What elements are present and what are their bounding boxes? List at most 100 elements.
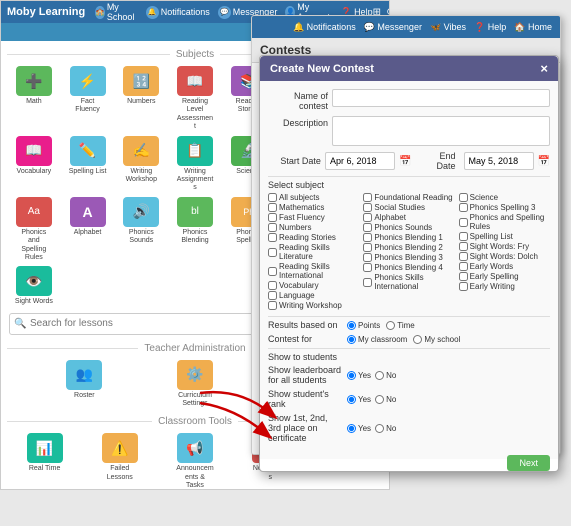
subject-fact-fluency[interactable]: ⚡ Fact Fluency <box>63 66 113 132</box>
checkbox-reading-skills-int-input[interactable] <box>268 267 277 276</box>
checkbox-social-studies[interactable]: Social Studies <box>363 203 454 212</box>
checkbox-phonics-spelling-rules[interactable]: Phonics and Spelling Rules <box>459 213 550 231</box>
contests-help[interactable]: ❓ Help <box>474 22 506 33</box>
checkbox-phonics-skills-int-input[interactable] <box>363 278 372 287</box>
nav-my-school[interactable]: 🏫 My School <box>95 2 138 22</box>
leaderboard-yes-option[interactable]: Yes <box>347 371 371 380</box>
contests-notifications[interactable]: 🔔 Notifications <box>293 22 356 33</box>
checkbox-early-spelling-input[interactable] <box>459 272 468 281</box>
checkbox-alphabet[interactable]: Alphabet <box>363 213 454 222</box>
end-date-input[interactable] <box>464 152 534 170</box>
subject-writing-assignments[interactable]: 📋 Writing Assignments <box>170 136 220 193</box>
start-date-calendar-icon[interactable]: 📅 <box>399 156 411 167</box>
checkbox-early-words-input[interactable] <box>459 262 468 271</box>
checkbox-language-input[interactable] <box>268 291 277 300</box>
checkbox-phonics-blending-2[interactable]: Phonics Blending 2 <box>363 243 454 252</box>
end-date-calendar-icon[interactable]: 📅 <box>538 156 550 167</box>
modal-close-button[interactable]: × <box>540 62 548 75</box>
subject-phonics-sounds[interactable]: 🔊 Phonics Sounds <box>116 197 166 263</box>
subject-reading-level[interactable]: 📖 Reading Level Assessment <box>170 66 220 132</box>
subject-phonics-spelling-rules[interactable]: Aa Phonics and Spelling Rules <box>9 197 59 263</box>
checkbox-reading-skills-lit-input[interactable] <box>268 248 277 257</box>
tool-failed-lessons[interactable]: ⚠️ Failed Lessons <box>84 433 155 490</box>
checkbox-numbers-input[interactable] <box>268 223 277 232</box>
description-input[interactable] <box>332 116 550 146</box>
results-time-option[interactable]: Time <box>386 321 414 330</box>
tool-real-time[interactable]: 📊 Real Time <box>9 433 80 490</box>
results-points-radio[interactable] <box>347 321 356 330</box>
checkbox-foundational-reading[interactable]: Foundational Reading <box>363 193 454 202</box>
leaderboard-yes-radio[interactable] <box>347 371 356 380</box>
checkbox-early-writing-input[interactable] <box>459 282 468 291</box>
checkbox-phonics-spelling-3[interactable]: Phonics Spelling 3 <box>459 203 550 212</box>
checkbox-fast-fluency[interactable]: Fast Fluency <box>268 213 359 222</box>
contest-my-classroom-radio[interactable] <box>347 335 356 344</box>
checkbox-writing-workshop-input[interactable] <box>268 301 277 310</box>
checkbox-vocabulary-input[interactable] <box>268 281 277 290</box>
results-points-option[interactable]: Points <box>347 321 380 330</box>
contest-my-classroom-option[interactable]: My classroom <box>347 335 407 344</box>
subject-writing-workshop[interactable]: ✍️ Writing Workshop <box>116 136 166 193</box>
checkbox-early-writing[interactable]: Early Writing <box>459 282 550 291</box>
checkbox-phonics-blending-4-input[interactable] <box>363 263 372 272</box>
results-time-radio[interactable] <box>386 321 395 330</box>
top-yes-radio[interactable] <box>347 424 356 433</box>
checkbox-phonics-blending-3-input[interactable] <box>363 253 372 262</box>
checkbox-phonics-sounds-input[interactable] <box>363 223 372 232</box>
subject-alphabet[interactable]: A Alphabet <box>63 197 113 263</box>
checkbox-early-words[interactable]: Early Words <box>459 262 550 271</box>
checkbox-numbers[interactable]: Numbers <box>268 223 359 232</box>
rank-no-radio[interactable] <box>375 395 384 404</box>
checkbox-phonics-blending-3[interactable]: Phonics Blending 3 <box>363 253 454 262</box>
checkbox-alphabet-input[interactable] <box>363 213 372 222</box>
checkbox-reading-skills-int[interactable]: Reading Skills International <box>268 262 359 280</box>
checkbox-sight-words-dolch-input[interactable] <box>459 252 468 261</box>
checkbox-spelling-list[interactable]: Spelling List <box>459 232 550 241</box>
subject-vocabulary[interactable]: 📖 Vocabulary <box>9 136 59 193</box>
subject-sight-words[interactable]: 👁️ Sight Words <box>9 266 59 306</box>
leaderboard-no-option[interactable]: No <box>375 371 396 380</box>
checkbox-sight-words-fry-input[interactable] <box>459 242 468 251</box>
checkbox-all-subjects-input[interactable] <box>268 193 277 202</box>
checkbox-phonics-blending-1-input[interactable] <box>363 233 372 242</box>
checkbox-reading-stories-input[interactable] <box>268 233 277 242</box>
rank-yes-option[interactable]: Yes <box>347 395 371 404</box>
rank-no-option[interactable]: No <box>375 395 396 404</box>
leaderboard-no-radio[interactable] <box>375 371 384 380</box>
tool-announcements[interactable]: 📢 Announcements & Tasks <box>159 433 230 490</box>
checkbox-phonics-spelling-3-input[interactable] <box>459 203 468 212</box>
checkbox-phonics-blending-4[interactable]: Phonics Blending 4 <box>363 263 454 272</box>
contest-name-input[interactable] <box>332 89 550 107</box>
checkbox-writing-workshop[interactable]: Writing Workshop <box>268 301 359 310</box>
checkbox-reading-stories[interactable]: Reading Stories <box>268 233 359 242</box>
contests-home[interactable]: 🏠 Home <box>514 22 552 33</box>
checkbox-social-studies-input[interactable] <box>363 203 372 212</box>
checkbox-science-input[interactable] <box>459 193 468 202</box>
checkbox-language[interactable]: Language <box>268 291 359 300</box>
top-no-radio[interactable] <box>375 424 384 433</box>
start-date-input[interactable] <box>325 152 395 170</box>
subject-phonics-blending[interactable]: bl Phonics Blending <box>170 197 220 263</box>
checkbox-science[interactable]: Science <box>459 193 550 202</box>
nav-notifications[interactable]: 🔔 Notifications <box>146 6 210 19</box>
teacher-curriculum[interactable]: ⚙️ Curriculum Settings <box>142 360 249 409</box>
checkbox-all-subjects[interactable]: All subjects <box>268 193 359 202</box>
subject-numbers[interactable]: 🔢 Numbers <box>116 66 166 132</box>
checkbox-sight-words-dolch[interactable]: Sight Words: Dolch <box>459 252 550 261</box>
checkbox-vocabulary[interactable]: Vocabulary <box>268 281 359 290</box>
checkbox-sight-words-fry[interactable]: Sight Words: Fry <box>459 242 550 251</box>
checkbox-spelling-list-input[interactable] <box>459 232 468 241</box>
next-button[interactable]: Next <box>507 455 550 471</box>
checkbox-early-spelling[interactable]: Early Spelling <box>459 272 550 281</box>
checkbox-phonics-skills-int[interactable]: Phonics Skills International <box>363 273 454 291</box>
contest-my-school-radio[interactable] <box>413 335 422 344</box>
checkbox-mathematics-input[interactable] <box>268 203 277 212</box>
checkbox-phonics-sounds[interactable]: Phonics Sounds <box>363 223 454 232</box>
checkbox-mathematics[interactable]: Mathematics <box>268 203 359 212</box>
subject-math[interactable]: ➕ Math <box>9 66 59 132</box>
checkbox-phonics-spelling-rules-input[interactable] <box>459 218 468 227</box>
checkbox-phonics-blending-2-input[interactable] <box>363 243 372 252</box>
teacher-roster[interactable]: 👥 Roster <box>31 360 138 409</box>
contests-messenger[interactable]: 💬 Messenger <box>364 22 422 33</box>
top-yes-option[interactable]: Yes <box>347 424 371 433</box>
